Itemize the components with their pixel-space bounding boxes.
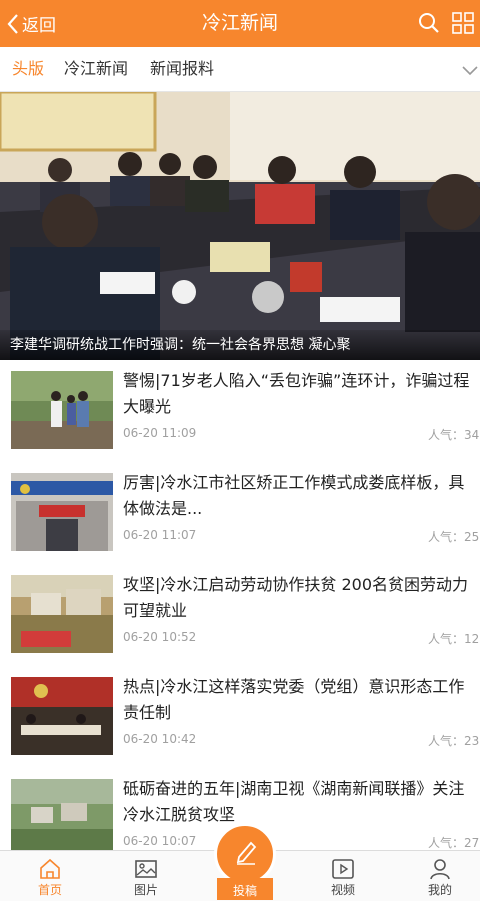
- submit-post-label: 投稿: [232, 884, 257, 898]
- news-popularity: 人气：23: [428, 734, 480, 748]
- tab-news-tips[interactable]: 新闻报料: [150, 47, 214, 91]
- grid-icon: [452, 12, 474, 34]
- nav-mine[interactable]: 我的: [392, 851, 480, 901]
- news-popularity: 人气：25: [428, 530, 480, 544]
- news-headline: 警惕|71岁老人陷入“丢包诈骗”连环计，诈骗过程大曝光: [123, 371, 470, 416]
- chevron-down-icon: [462, 66, 478, 76]
- category-tabs: 头版 冷江新闻 新闻报料: [0, 47, 480, 92]
- tab-lengjiang-news[interactable]: 冷江新闻: [64, 47, 128, 91]
- app-title: 冷江新闻: [201, 12, 278, 34]
- video-icon: [332, 859, 354, 879]
- user-icon: [430, 859, 450, 880]
- top-bar: 返回 冷江新闻: [0, 0, 480, 47]
- news-item[interactable]: 警惕|71岁老人陷入“丢包诈骗”连环计，诈骗过程大曝光 06-20 11:09 …: [0, 360, 480, 463]
- nav-images-label: 图片: [133, 883, 158, 897]
- nav-images[interactable]: 图片: [98, 851, 194, 901]
- hero-image: [0, 92, 480, 360]
- news-headline: 热点|冷水江这样落实党委（党组）意识形态工作责任制: [123, 677, 465, 722]
- news-headline: 攻坚|冷水江启动劳动协作扶贫 200名贫困劳动力可望就业: [123, 575, 469, 620]
- news-item[interactable]: 厉害|冷水江市社区矫正工作模式成娄底样板，具体做法是... 06-20 11:0…: [0, 462, 480, 565]
- tab-headline[interactable]: 头版: [12, 47, 44, 91]
- nav-video[interactable]: 视频: [295, 851, 391, 901]
- news-item[interactable]: 热点|冷水江这样落实党委（党组）意识形态工作责任制 06-20 10:42 人气…: [0, 666, 480, 769]
- news-popularity: 人气：12: [428, 632, 480, 646]
- news-date: 06-20 11:07: [123, 528, 197, 542]
- home-icon: [40, 858, 60, 879]
- expand-tabs-button[interactable]: [462, 61, 478, 80]
- nav-video-label: 视频: [330, 883, 355, 897]
- pencil-icon: [236, 841, 257, 865]
- hero-caption: 李建华调研统战工作时强调：统一社会各界思想 凝心聚: [0, 330, 480, 360]
- news-popularity: 人气：34: [428, 428, 480, 442]
- search-button[interactable]: [418, 12, 440, 38]
- nav-home[interactable]: 首页: [2, 851, 98, 901]
- news-thumbnail: [11, 779, 113, 857]
- search-icon: [419, 13, 439, 33]
- news-headline: 厉害|冷水江市社区矫正工作模式成娄底样板，具体做法是...: [123, 473, 465, 518]
- news-date: 06-20 10:07: [123, 834, 197, 848]
- news-date: 06-20 10:52: [123, 630, 197, 644]
- news-date: 06-20 11:09: [123, 426, 197, 440]
- back-button[interactable]: 返回: [6, 0, 56, 47]
- back-label: 返回: [22, 16, 56, 36]
- news-thumbnail: [11, 575, 113, 653]
- hero-banner[interactable]: 李建华调研统战工作时强调：统一社会各界思想 凝心聚: [0, 92, 480, 360]
- news-item[interactable]: 攻坚|冷水江启动劳动协作扶贫 200名贫困劳动力可望就业 06-20 10:52…: [0, 564, 480, 667]
- news-headline: 砥砺奋进的五年|湖南卫视《湖南新闻联播》关注冷水江脱贫攻坚: [123, 779, 465, 824]
- nav-home-label: 首页: [37, 883, 62, 897]
- menu-button[interactable]: [452, 12, 474, 38]
- image-icon: [135, 860, 157, 878]
- news-thumbnail: [11, 473, 113, 551]
- nav-mine-label: 我的: [427, 883, 452, 897]
- news-thumbnail: [11, 371, 113, 449]
- news-popularity: 人气：27: [428, 836, 480, 850]
- news-thumbnail: [11, 677, 113, 755]
- news-date: 06-20 10:42: [123, 732, 197, 746]
- chevron-left-icon: [7, 13, 18, 34]
- submit-post-button[interactable]: [214, 823, 276, 885]
